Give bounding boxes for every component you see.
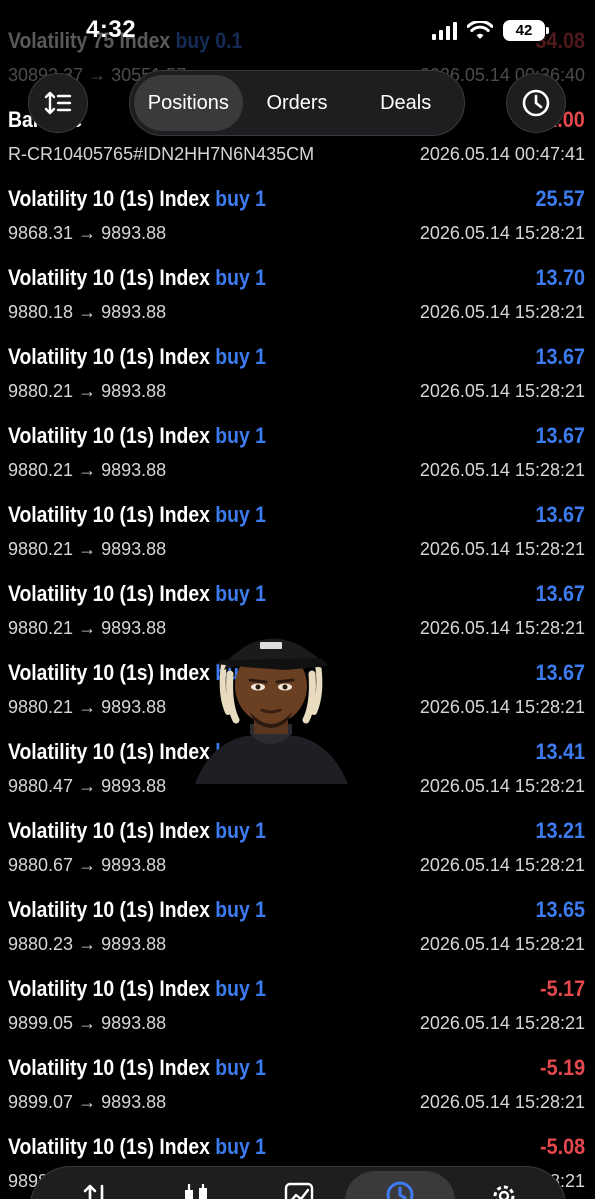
deal-time: 2026.05.14 15:28:21 [419,302,585,322]
list-item[interactable]: Volatility 10 (1s) Index buy 1 13.21 9880.… [0,812,595,891]
deal-time: 2026.05.14 15:28:21 [419,460,585,480]
deal-time: 2026.05.14 15:28:21 [419,855,585,875]
chart-candles-icon [185,1184,207,1199]
price-range: 9880.21 → 9893.88 [8,460,167,480]
symbol-name: Volatility 10 (1s) Index [8,581,210,606]
quotes-tab[interactable] [76,1181,116,1199]
profit-value: -5.19 [539,1055,585,1080]
profit-value: 13.67 [535,581,585,606]
deal-time: 2026.05.14 15:28:21 [419,776,585,796]
trade-side: buy 1 [215,1055,266,1080]
deal-time: 2026.05.14 15:28:21 [419,223,585,243]
price-range: 9880.47 → 9893.88 [8,776,167,796]
avatar-sticker [195,638,348,784]
trade-side: buy 1 [215,502,266,527]
tab-deals[interactable]: Deals [351,75,460,131]
symbol-name: Volatility 10 (1s) Index [8,976,210,1001]
deal-time: 2026.05.14 15:28:21 [419,1092,585,1112]
sort-icon [44,91,72,115]
symbol-name: Volatility 10 (1s) Index [8,660,210,685]
list-item[interactable]: Volatility 10 (1s) Index buy 1 25.57 9868.… [0,180,595,259]
price-range: 9880.23 → 9893.88 [8,934,167,954]
symbol-name: Volatility 10 (1s) Index [8,502,210,527]
price-range: 9880.21 → 9893.88 [8,697,167,717]
trade-side: buy 1 [215,265,266,290]
price-range: 9899.05 → 9893.88 [8,1013,167,1033]
deal-time: 2026.05.14 15:28:21 [419,934,585,954]
price-range: 9880.21 → 9893.88 [8,618,167,638]
trade-side: buy 1 [215,897,266,922]
balance-reference: R-CR10405765#IDN2HH7N6N435CM [8,144,315,164]
status-bar: 4:32 42 [0,0,595,64]
period-button[interactable] [506,73,566,133]
profit-value: 13.70 [535,265,585,290]
symbol-name: Volatility 10 (1s) Index [8,897,210,922]
quotes-icon [83,1184,104,1199]
balance-time: 2026.05.14 00:47:41 [419,144,585,164]
list-item[interactable]: Volatility 10 (1s) Index buy 1 13.70 9880.… [0,259,595,338]
profit-value: 13.67 [535,344,585,369]
price-range: 9880.67 → 9893.88 [8,855,167,875]
profit-value: -5.08 [539,1134,585,1159]
list-item[interactable]: Volatility 10 (1s) Index buy 1 13.67 9880.… [0,338,595,417]
history-icon [386,1181,414,1199]
cellular-signal-icon [432,21,457,40]
symbol-name: Volatility 10 (1s) Index [8,1134,210,1159]
chart-tab[interactable] [176,1181,216,1199]
trade-side: buy 1 [215,818,266,843]
settings-icon [493,1185,515,1199]
battery-icon: 42 [503,20,549,41]
symbol-name: Volatility 10 (1s) Index [8,265,210,290]
profit-value: -5.17 [539,976,585,1001]
trade-tab[interactable] [279,1181,319,1199]
symbol-name: Volatility 10 (1s) Index [8,423,210,448]
deal-time: 2026.05.14 15:28:21 [419,697,585,717]
symbol-name: Volatility 10 (1s) Index [8,1055,210,1080]
deals-list[interactable]: Volatility 75 Index buy 0.1 34.08 30892.… [0,22,595,1199]
profit-value: 13.65 [535,897,585,922]
list-item[interactable]: Volatility 10 (1s) Index buy 1 -5.17 9899.… [0,970,595,1049]
price-range: 9880.18 → 9893.88 [8,302,167,322]
deal-time: 2026.05.14 15:28:21 [419,618,585,638]
price-range: 9880.21 → 9893.88 [8,539,167,559]
status-time: 4:32 [86,16,137,43]
history-tab[interactable] [345,1171,455,1199]
tab-positions[interactable]: Positions [134,75,243,131]
profit-value: 13.67 [535,423,585,448]
price-range: 9868.31 → 9893.88 [8,223,167,243]
wifi-icon [467,20,493,39]
profit-value: 13.67 [535,502,585,527]
trade-chart-icon [284,1182,314,1199]
deal-time: 2026.05.14 15:28:21 [419,1013,585,1033]
trade-side: buy 1 [215,976,266,1001]
profit-value: 13.41 [535,739,585,764]
tab-switcher[interactable]: Positions Orders Deals [129,70,465,136]
tab-orders[interactable]: Orders [243,75,352,131]
list-item[interactable]: Volatility 10 (1s) Index buy 1 13.67 9880.… [0,496,595,575]
deal-time: 2026.05.14 15:28:21 [419,539,585,559]
symbol-name: Volatility 10 (1s) Index [8,818,210,843]
price-range: 9880.21 → 9893.88 [8,381,167,401]
profit-value: 13.67 [535,660,585,685]
profit-value: 13.21 [535,818,585,843]
trade-side: buy 1 [215,423,266,448]
symbol-name: Volatility 10 (1s) Index [8,186,210,211]
list-item[interactable]: Volatility 10 (1s) Index buy 1 13.67 9880.… [0,417,595,496]
status-icons: 42 [432,20,549,41]
bottom-tab-bar[interactable] [30,1166,566,1199]
clock-icon [522,89,550,117]
deal-time: 2026.05.14 15:28:21 [419,381,585,401]
trade-side: buy 1 [215,581,266,606]
profit-value: 25.57 [535,186,585,211]
list-item[interactable]: Volatility 10 (1s) Index buy 1 -5.19 9899.… [0,1049,595,1128]
sort-button[interactable] [28,73,88,133]
trade-side: buy 1 [215,344,266,369]
price-range: 9899.07 → 9893.88 [8,1092,167,1112]
settings-tab[interactable] [484,1181,524,1199]
list-item[interactable]: Volatility 10 (1s) Index buy 1 13.65 9880.… [0,891,595,970]
trade-side: buy 1 [215,1134,266,1159]
trade-side: buy 1 [215,186,266,211]
symbol-name: Volatility 10 (1s) Index [8,739,210,764]
symbol-name: Volatility 10 (1s) Index [8,344,210,369]
